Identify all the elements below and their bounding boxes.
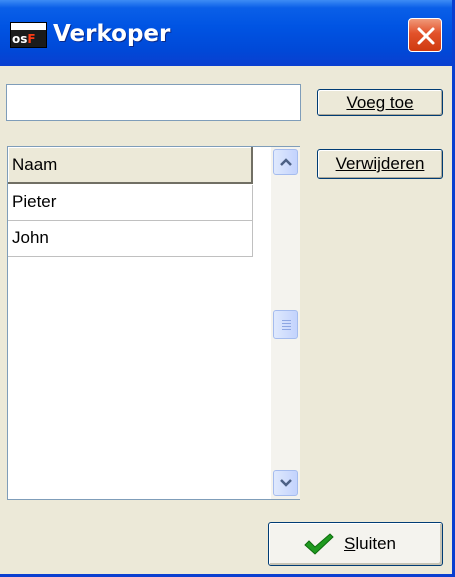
check-icon [304, 533, 334, 555]
list-item[interactable]: Pieter [8, 185, 253, 221]
remove-button[interactable]: Verwijderen [317, 149, 443, 179]
column-header-naam[interactable]: Naam [8, 147, 253, 184]
close-button-label-rest: luiten [355, 534, 396, 553]
close-window-button[interactable] [408, 18, 442, 52]
title-bar[interactable]: osF Verkoper [0, 0, 452, 66]
scroll-down-button[interactable] [273, 470, 298, 496]
close-icon [417, 27, 435, 45]
logo-text: osF [12, 31, 45, 47]
close-button[interactable]: Sluiten [268, 522, 443, 566]
scroll-thumb[interactable] [273, 310, 298, 339]
verkoper-dialog: osF Verkoper Voeg toe Naam Pieter John V… [0, 0, 455, 577]
logo-text-white: os [12, 32, 28, 46]
app-logo-icon: osF [10, 22, 47, 48]
close-button-label: Sluiten [344, 523, 396, 565]
scroll-up-arrow-icon [280, 158, 292, 166]
vertical-scrollbar[interactable] [271, 147, 300, 499]
window-title: Verkoper [53, 21, 171, 47]
name-input[interactable] [6, 84, 301, 121]
add-button[interactable]: Voeg toe [317, 89, 443, 116]
list-item[interactable]: John [8, 221, 253, 257]
close-button-mnemonic: S [344, 534, 356, 553]
thumb-grip-line [282, 326, 291, 327]
logo-stripe [11, 23, 46, 30]
thumb-grip-line [282, 323, 291, 324]
scroll-up-button[interactable] [273, 149, 298, 175]
scroll-down-arrow-icon [280, 479, 292, 487]
logo-text-red: F [27, 32, 36, 46]
seller-list: Naam Pieter John [7, 146, 300, 500]
thumb-grip-line [282, 320, 291, 321]
thumb-grip-line [282, 329, 291, 330]
